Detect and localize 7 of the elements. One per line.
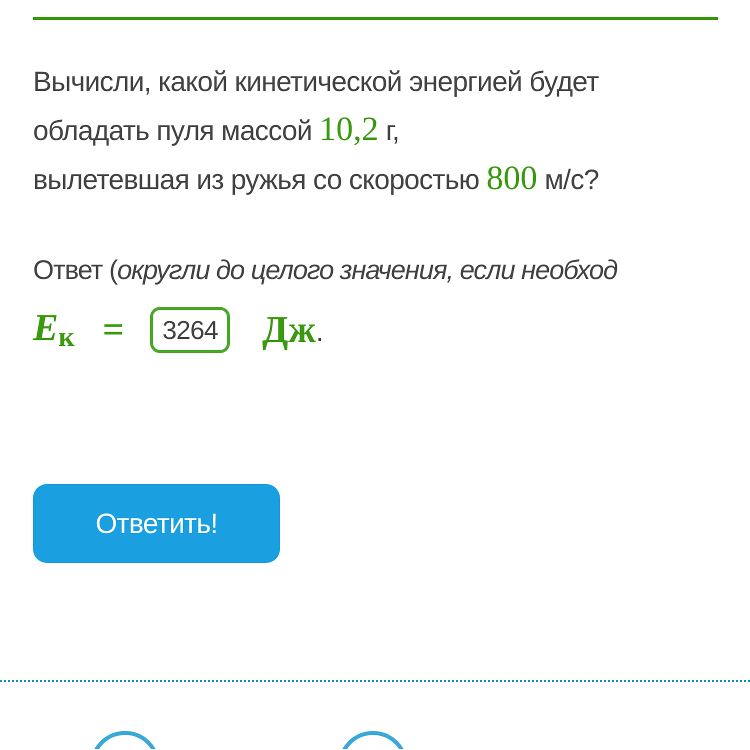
energy-symbol: E$_{к}$ bbox=[33, 306, 74, 354]
instruction-text: Ответ (округли до целого значения, если необход bbox=[33, 254, 618, 287]
unit-label: Дж bbox=[262, 308, 316, 352]
answer-field[interactable]: 3264 bbox=[150, 307, 230, 353]
period-mark: . bbox=[316, 316, 324, 347]
question-text: Вычисли, какой кинетической энергией будет обладать пуля массой 10,2 г, вылетевшая из ружья со скоростью 800 м/с? bbox=[33, 65, 600, 199]
equals-sign: = bbox=[102, 308, 124, 352]
